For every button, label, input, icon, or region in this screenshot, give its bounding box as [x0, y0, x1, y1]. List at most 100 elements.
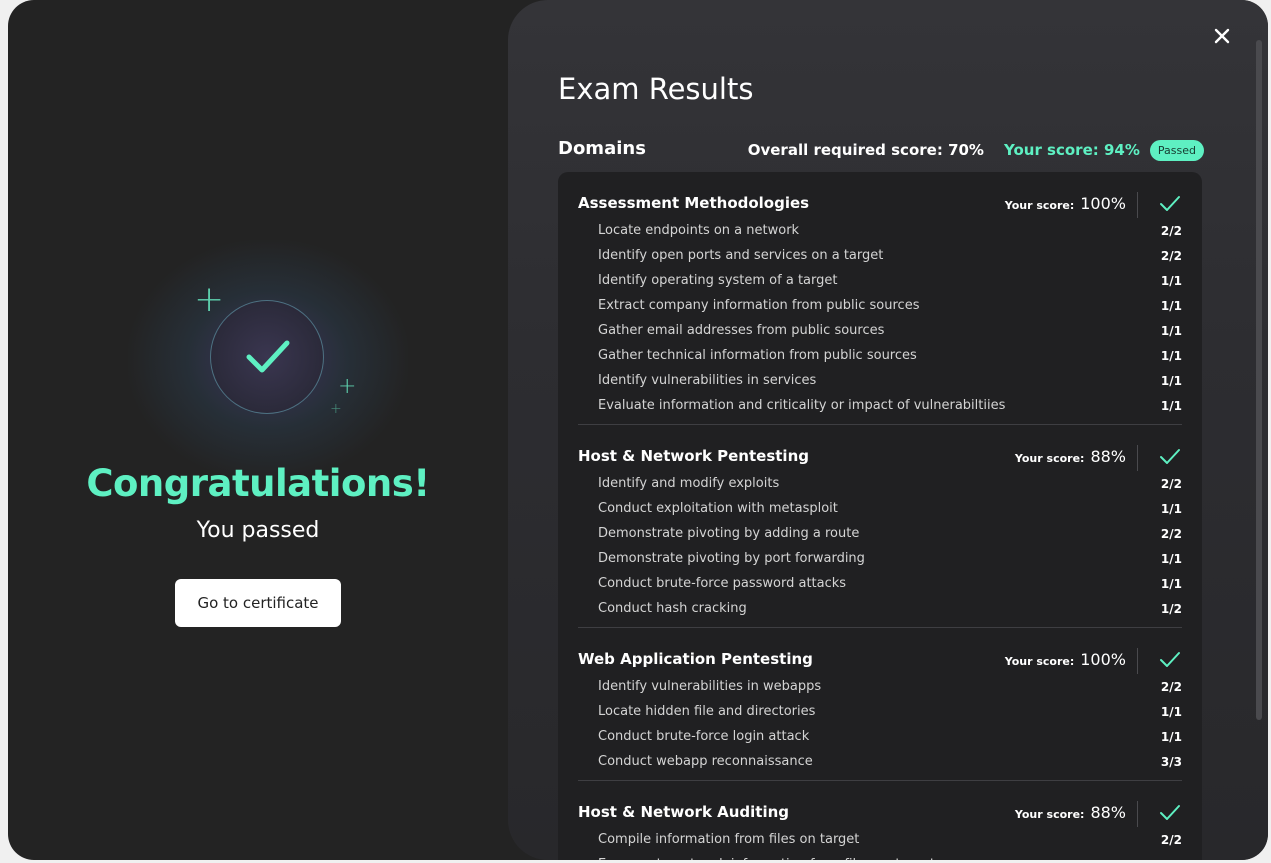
passed-subheading: You passed	[196, 518, 320, 543]
task-name: Enumerate network information from files…	[598, 857, 935, 860]
task-result: 1/1	[1160, 298, 1182, 313]
task-result: 2/2	[1160, 248, 1182, 263]
task-list: Locate endpoints on a network 2/2 Identify…	[578, 218, 1182, 424]
check-icon	[1160, 196, 1180, 211]
task-row: Conduct webapp reconnaissance 3/3	[578, 749, 1182, 774]
task-row: Locate endpoints on a network 2/2	[578, 218, 1182, 243]
domain-score: Your score: 88%	[1015, 447, 1126, 466]
check-icon	[1160, 449, 1180, 464]
task-result: 3/3	[1160, 754, 1182, 769]
task-name: Conduct exploitation with metasploit	[598, 501, 838, 516]
task-list: Identify vulnerabilities in webapps 2/2 Lo…	[578, 674, 1182, 780]
task-row: Extract company information from public …	[578, 293, 1182, 318]
task-name: Conduct brute-force password attacks	[598, 576, 847, 591]
task-row: Evaluate information and criticality or …	[578, 393, 1182, 418]
domain-score-value: 88%	[1090, 803, 1126, 822]
task-row: Identify operating system of a target 1/1	[578, 268, 1182, 293]
task-name: Conduct brute-force login attack	[598, 729, 810, 744]
task-row: Demonstrate pivoting by port forwarding 1…	[578, 546, 1182, 571]
domain-score: Your score: 100%	[1005, 650, 1126, 669]
task-result: 1/1	[1160, 348, 1182, 363]
task-row: Identify vulnerabilities in webapps 2/2	[578, 674, 1182, 699]
domain-name: Assessment Methodologies	[578, 194, 810, 212]
task-name: Demonstrate pivoting by adding a route	[598, 526, 860, 541]
task-row: Conduct brute-force login attack 1/1	[578, 724, 1182, 749]
domain-section: Host & Network Auditing Your score: 88% Com…	[578, 781, 1182, 860]
badge-circle	[210, 300, 324, 414]
divider	[1137, 801, 1138, 827]
task-name: Gather technical information from public…	[598, 348, 917, 363]
overall-score-summary: Overall required score: 70% Your score: …	[748, 136, 1204, 164]
passed-status-badge: Passed	[1149, 139, 1204, 161]
domain-section: Web Application Pentesting Your score: 100…	[578, 628, 1182, 781]
task-result: 1/1	[1160, 729, 1182, 744]
task-result: 1/1	[1161, 858, 1182, 861]
task-result: 1/2	[1160, 601, 1182, 616]
task-name: Identify and modify exploits	[598, 476, 780, 491]
success-badge: + + +	[128, 240, 408, 480]
task-row: Identify open ports and services on a ta…	[578, 243, 1182, 268]
exam-results-pane: Exam Results Domains Overall required sc…	[508, 0, 1268, 860]
domain-section: Assessment Methodologies Your score: 100% L…	[578, 172, 1182, 425]
exam-results-modal: + + + Congratulations! You passed Go to …	[8, 0, 1268, 860]
task-result: 1/1	[1160, 398, 1182, 413]
task-result: 2/2	[1160, 832, 1182, 847]
task-name: Locate hidden file and directories	[598, 704, 816, 719]
task-name: Extract company information from public …	[598, 298, 920, 313]
task-result: 1/1	[1160, 273, 1182, 288]
sparkle-plus-icon: +	[194, 279, 225, 320]
task-name: Identify open ports and services on a ta…	[598, 248, 884, 263]
page-title: Exam Results	[558, 72, 754, 106]
task-name: Identify operating system of a target	[598, 273, 838, 288]
domains-list: Assessment Methodologies Your score: 100% L…	[558, 172, 1202, 860]
domain-score-value: 100%	[1080, 194, 1126, 213]
required-score-value: 70%	[948, 141, 984, 159]
divider	[1137, 192, 1138, 218]
your-score-value: 94%	[1104, 141, 1140, 159]
domain-name: Web Application Pentesting	[578, 650, 813, 668]
scrollbar[interactable]	[1256, 40, 1262, 720]
go-to-certificate-button[interactable]: Go to certificate	[175, 579, 341, 627]
task-list: Identify and modify exploits 2/2 Conduct e…	[578, 471, 1182, 627]
task-result: 1/1	[1160, 576, 1182, 591]
task-row: Enumerate network information from files…	[578, 852, 1182, 860]
task-result: 1/1	[1160, 323, 1182, 338]
sparkle-plus-icon: +	[338, 374, 357, 399]
divider	[1137, 648, 1138, 674]
close-icon	[1214, 28, 1230, 44]
close-button[interactable]	[1208, 22, 1236, 50]
task-row: Demonstrate pivoting by adding a route 2/…	[578, 521, 1182, 546]
your-score: Your score: 94%	[1004, 141, 1150, 159]
required-score-label: Overall required score:	[747, 141, 943, 159]
task-name: Evaluate information and criticality or …	[598, 398, 1006, 413]
task-name: Compile information from files on target	[598, 832, 860, 847]
congratulations-heading: Congratulations!	[86, 462, 430, 505]
task-name: Conduct webapp reconnaissance	[598, 754, 813, 769]
domain-score-label: Your score:	[1014, 808, 1085, 821]
domain-score-value: 88%	[1090, 447, 1126, 466]
domain-score-label: Your score:	[1004, 655, 1075, 668]
task-row: Gather email addresses from public sourc…	[578, 318, 1182, 343]
task-list: Compile information from files on target…	[578, 827, 1182, 860]
sparkle-plus-icon: +	[330, 401, 342, 417]
domains-heading: Domains	[558, 138, 646, 159]
result-summary-pane: + + + Congratulations! You passed Go to …	[8, 0, 508, 860]
domain-section: Host & Network Pentesting Your score: 88% I…	[578, 425, 1182, 628]
check-icon	[1160, 805, 1180, 820]
domain-score-label: Your score:	[1004, 199, 1075, 212]
check-icon	[1160, 652, 1180, 667]
domain-score-value: 100%	[1080, 650, 1126, 669]
task-result: 2/2	[1160, 476, 1182, 491]
task-row: Compile information from files on target…	[578, 827, 1182, 852]
task-row: Conduct brute-force password attacks 1/1	[578, 571, 1182, 596]
required-score: Overall required score: 70%	[748, 141, 994, 159]
domain-score: Your score: 88%	[1015, 803, 1126, 822]
your-score-label: Your score:	[1003, 141, 1099, 159]
task-row: Conduct exploitation with metasploit 1/1	[578, 496, 1182, 521]
task-name: Demonstrate pivoting by port forwarding	[598, 551, 865, 566]
task-result: 2/2	[1160, 679, 1182, 694]
task-result: 1/1	[1160, 373, 1182, 388]
task-name: Conduct hash cracking	[598, 601, 747, 616]
task-result: 2/2	[1160, 526, 1182, 541]
task-name: Identify vulnerabilities in services	[598, 373, 817, 388]
